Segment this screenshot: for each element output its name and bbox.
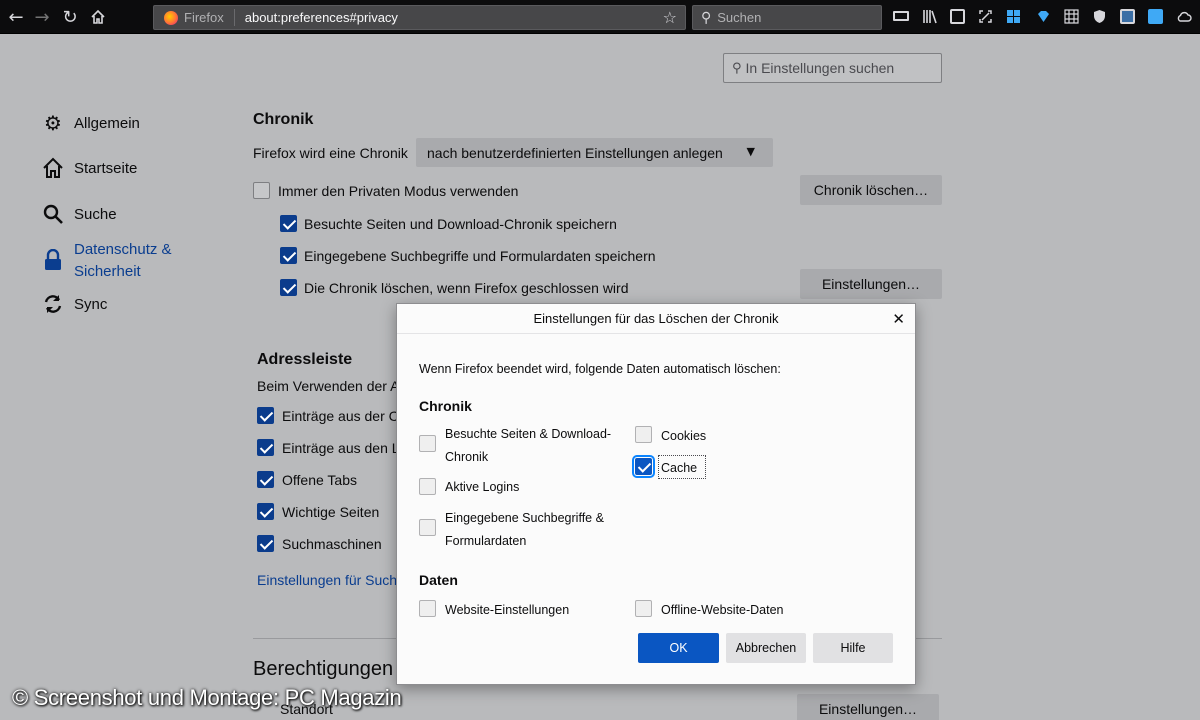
history-mode-select[interactable]: nach benutzerdefinierten Einstellungen a…: [416, 138, 773, 167]
lock-icon: [42, 249, 64, 271]
browser-toolbar: ← → ↻ Firefox about:preferences#privacy …: [0, 0, 1200, 34]
back-arrow-icon[interactable]: ←: [4, 5, 28, 29]
firefox-logo-icon: [164, 10, 178, 25]
diamond-icon[interactable]: [1036, 9, 1051, 24]
sidebar-item-datenschutz[interactable]: Datenschutz & Sicherheit: [42, 239, 184, 283]
history-option-label: Besuchte Seiten und Download-Chronik spe…: [304, 216, 617, 232]
clear-history-settings-dialog: Einstellungen für das Löschen der Chroni…: [396, 303, 916, 685]
cloud-icon[interactable]: [1176, 9, 1192, 24]
section-heading-chronik: Chronik: [253, 111, 314, 128]
image-icon[interactable]: [1120, 9, 1135, 24]
search-settings-link[interactable]: Einstellungen für Such: [257, 572, 397, 588]
forward-arrow-icon[interactable]: →: [30, 5, 54, 29]
preferences-search-placeholder: In Einstellungen suchen: [745, 60, 895, 76]
addressbar-option-label: Offene Tabs: [282, 472, 357, 488]
sidebar-item-label: Startseite: [74, 159, 138, 177]
bookmark-star-icon[interactable]: ☆: [663, 8, 677, 27]
copyright-watermark: © Screenshot und Montage: PC Magazin: [12, 685, 402, 710]
dialog-heading-chronik: Chronik: [419, 398, 472, 414]
history-option-checkbox[interactable]: [280, 247, 297, 264]
search-icon: ⚲: [732, 60, 742, 76]
sync-icon: [42, 293, 64, 315]
sidebar-item-allgemein[interactable]: ⚙ Allgemein: [42, 111, 140, 135]
grid-icon[interactable]: [1064, 9, 1079, 24]
site-settings-checkbox[interactable]: [419, 600, 436, 617]
dialog-heading-daten: Daten: [419, 572, 458, 588]
chevron-down-icon: ▼: [746, 145, 755, 158]
offline-data-label: Offline-Website-Daten: [661, 603, 784, 617]
dialog-title: Einstellungen für das Löschen der Chroni…: [533, 311, 779, 326]
addressbar-option-label: Suchmaschinen: [282, 536, 382, 552]
extension-icon[interactable]: [1148, 9, 1163, 24]
cancel-button[interactable]: Abbrechen: [726, 633, 806, 663]
permissions-settings-button[interactable]: Einstellungen…: [797, 694, 939, 720]
cookies-checkbox[interactable]: [635, 426, 652, 443]
active-logins-label: Aktive Logins: [445, 480, 520, 494]
identity-label: Firefox: [184, 9, 235, 26]
clear-history-button[interactable]: Chronik löschen…: [800, 175, 942, 205]
history-settings-button[interactable]: Einstellungen…: [800, 269, 942, 299]
addressbar-option-checkbox[interactable]: [257, 503, 274, 520]
form-data-checkbox[interactable]: [419, 519, 436, 536]
home-icon[interactable]: [86, 5, 110, 29]
device-icon[interactable]: [893, 11, 909, 21]
browser-search-bar[interactable]: ⚲ Suchen: [692, 5, 882, 30]
addressbar-option-label: Wichtige Seiten: [282, 504, 380, 520]
visited-pages-checkbox[interactable]: [419, 435, 436, 452]
sidebar-item-suche[interactable]: Suche: [42, 203, 117, 225]
history-mode-label: Firefox wird eine Chronik: [253, 145, 408, 161]
site-settings-label: Website-Einstellungen: [445, 603, 570, 617]
windows-icon[interactable]: [1006, 9, 1021, 24]
search-icon: ⚲: [701, 9, 712, 26]
addressbar-option-checkbox[interactable]: [257, 407, 274, 424]
sidebar-item-label: Datenschutz & Sicherheit: [74, 241, 172, 280]
sidebar-icon[interactable]: [950, 9, 965, 24]
sidebar-item-sync[interactable]: Sync: [42, 293, 107, 315]
dialog-intro: Wenn Firefox beendet wird, folgende Date…: [419, 362, 781, 376]
ok-button[interactable]: OK: [638, 633, 719, 663]
history-option-checkbox[interactable]: [280, 215, 297, 232]
search-icon: [42, 203, 64, 225]
section-heading-berechtigungen: Berechtigungen: [253, 658, 394, 680]
cache-label: Cache: [661, 461, 698, 475]
help-button[interactable]: Hilfe: [813, 633, 893, 663]
history-mode-value: nach benutzerdefinierten Einstellungen a…: [427, 144, 723, 161]
section-heading-adressleiste: Adressleiste: [257, 351, 353, 368]
reload-icon[interactable]: ↻: [58, 5, 82, 29]
url-text[interactable]: about:preferences#privacy: [245, 10, 663, 25]
private-mode-label: Immer den Privaten Modus verwenden: [278, 183, 519, 199]
sidebar-item-label: Sync: [74, 295, 108, 313]
active-logins-checkbox[interactable]: [419, 478, 436, 495]
visited-pages-label-line2: Chronik: [445, 450, 489, 464]
close-icon[interactable]: ✕: [892, 310, 905, 328]
cookies-label: Cookies: [661, 429, 707, 443]
history-option-label: Die Chronik löschen, wenn Firefox geschl…: [304, 280, 629, 296]
screenshot-icon[interactable]: [978, 9, 993, 24]
addressbar-option-checkbox[interactable]: [257, 439, 274, 456]
sidebar-item-startseite[interactable]: Startseite: [42, 157, 137, 179]
form-data-label-line1: Eingegebene Suchbegriffe &: [445, 511, 604, 525]
visited-pages-label-line1: Besuchte Seiten & Download-: [445, 427, 612, 441]
addressbar-option-checkbox[interactable]: [257, 471, 274, 488]
form-data-label-line2: Formulardaten: [445, 534, 527, 548]
preferences-search-input[interactable]: ⚲ In Einstellungen suchen: [723, 53, 942, 83]
addressbar-intro: Beim Verwenden der A: [257, 378, 400, 394]
sidebar-item-label: Suche: [74, 205, 117, 223]
browser-search-placeholder: Suchen: [717, 10, 762, 25]
offline-data-checkbox[interactable]: [635, 600, 652, 617]
addressbar-option-label: Einträge aus der C: [282, 408, 399, 424]
addressbar-option-checkbox[interactable]: [257, 535, 274, 552]
cache-checkbox[interactable]: [632, 455, 655, 478]
addressbar-option-label: Einträge aus den L: [282, 440, 400, 456]
private-mode-checkbox[interactable]: [253, 182, 270, 199]
sidebar-item-label: Allgemein: [74, 114, 140, 132]
history-option-checkbox[interactable]: [280, 279, 297, 296]
gear-icon: ⚙: [44, 111, 62, 135]
library-icon[interactable]: [922, 9, 937, 24]
home-icon: [42, 157, 64, 179]
url-bar[interactable]: Firefox about:preferences#privacy ☆: [153, 5, 686, 30]
history-option-label: Eingegebene Suchbegriffe und Formulardat…: [304, 248, 656, 264]
shield-icon[interactable]: [1092, 9, 1107, 24]
dialog-title-bar: Einstellungen für das Löschen der Chroni…: [397, 304, 915, 334]
